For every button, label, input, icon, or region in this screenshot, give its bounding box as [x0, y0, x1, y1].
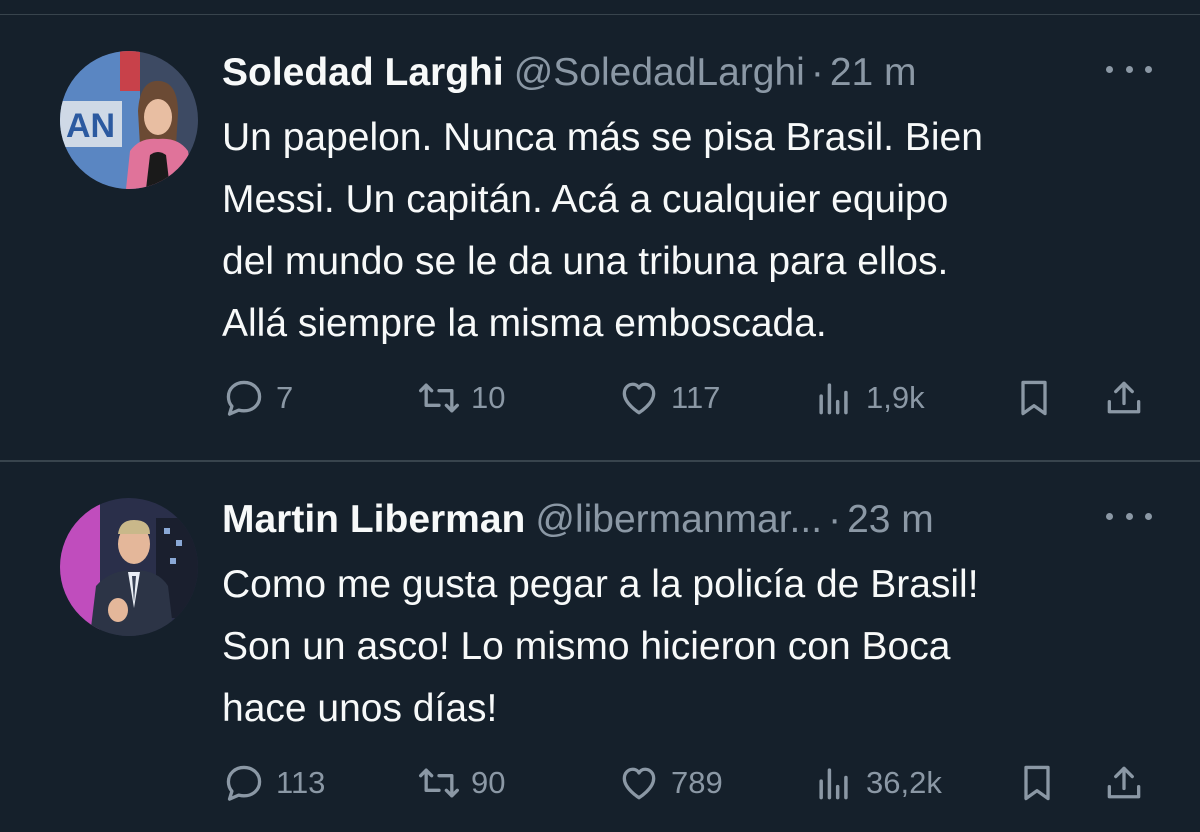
views-icon [819, 768, 848, 800]
tweet-text: Como me gusta pegar a la policía de Bras… [222, 554, 1162, 740]
share-button[interactable] [1102, 373, 1146, 423]
like-icon [622, 767, 656, 800]
reply-button[interactable]: 7 [222, 373, 293, 423]
tweet-text-line: Son un asco! Lo mismo hicieron con Boca [222, 625, 951, 668]
like-button[interactable]: 789 [617, 758, 723, 808]
author-name[interactable]: Soledad Larghi [222, 51, 504, 94]
views-icon [819, 383, 848, 415]
separator-dot: · [810, 51, 824, 94]
reply-icon [226, 380, 262, 416]
tweet-text: Un papelon. Nunca más se pisa Brasil. Bi… [222, 107, 1162, 355]
views-button[interactable]: 1,9k [812, 373, 925, 423]
reply-count: 113 [276, 765, 326, 800]
timestamp[interactable]: 21 m [830, 51, 917, 94]
like-count: 789 [671, 765, 723, 800]
retweet-count: 90 [471, 765, 506, 800]
bookmark-icon [1024, 765, 1050, 801]
tweet-actions: 7 10 117 1,9k [222, 373, 1152, 423]
tweet-text-line: Messi. Un capitán. Acá a cualquier equip… [222, 178, 949, 221]
author-handle[interactable]: @SoledadLarghi [514, 51, 805, 94]
share-button[interactable] [1102, 758, 1146, 808]
author-handle[interactable]: @libermanmar... [535, 498, 822, 541]
retweet-icon [419, 383, 459, 413]
bookmark-icon [1021, 380, 1047, 416]
author-name[interactable]: Martin Liberman [222, 498, 525, 541]
reply-button[interactable]: 113 [222, 758, 325, 808]
retweet-count: 10 [471, 380, 506, 415]
tweet-text-line: hace unos días! [222, 687, 498, 730]
bookmark-button[interactable] [1012, 373, 1056, 423]
more-icon[interactable] [1106, 506, 1152, 526]
tweet-header: Soledad Larghi @SoledadLarghi · 21 m [222, 49, 917, 97]
tweet-header: Martin Liberman @libermanmar... · 23 m [222, 496, 934, 544]
like-button[interactable]: 117 [617, 373, 720, 423]
avatar-logo-text: AN [66, 107, 115, 145]
reply-icon [226, 765, 262, 801]
retweet-icon [419, 768, 459, 798]
like-count: 117 [671, 380, 721, 415]
share-icon [1107, 766, 1141, 799]
avatar[interactable] [60, 498, 198, 636]
tweet[interactable]: AN Soledad Larghi @SoledadLarghi · 21 m Un … [0, 15, 1200, 460]
tweet-text-line: del mundo se le da una tribuna para ello… [222, 240, 949, 283]
retweet-button[interactable]: 10 [417, 373, 505, 423]
tweet-text-line: Como me gusta pegar a la policía de Bras… [222, 563, 979, 606]
tweet-actions: 113 90 789 36,2k [222, 758, 1152, 808]
timestamp[interactable]: 23 m [847, 498, 934, 541]
tweet-text-line: Un papelon. Nunca más se pisa Brasil. Bi… [222, 116, 983, 159]
retweet-button[interactable]: 90 [417, 758, 505, 808]
views-count: 36,2k [866, 765, 942, 800]
views-count: 1,9k [866, 380, 925, 415]
reply-count: 7 [276, 380, 294, 415]
tweet[interactable]: Martin Liberman @libermanmar... · 23 m Como… [0, 462, 1200, 832]
bookmark-button[interactable] [1015, 758, 1059, 808]
like-icon [622, 382, 656, 415]
views-button[interactable]: 36,2k [812, 758, 942, 808]
share-icon [1107, 381, 1141, 414]
more-icon[interactable] [1106, 59, 1152, 79]
avatar[interactable]: AN [60, 51, 198, 189]
separator-dot: · [828, 498, 842, 541]
tweet-text-line: Allá siempre la misma emboscada. [222, 302, 827, 345]
